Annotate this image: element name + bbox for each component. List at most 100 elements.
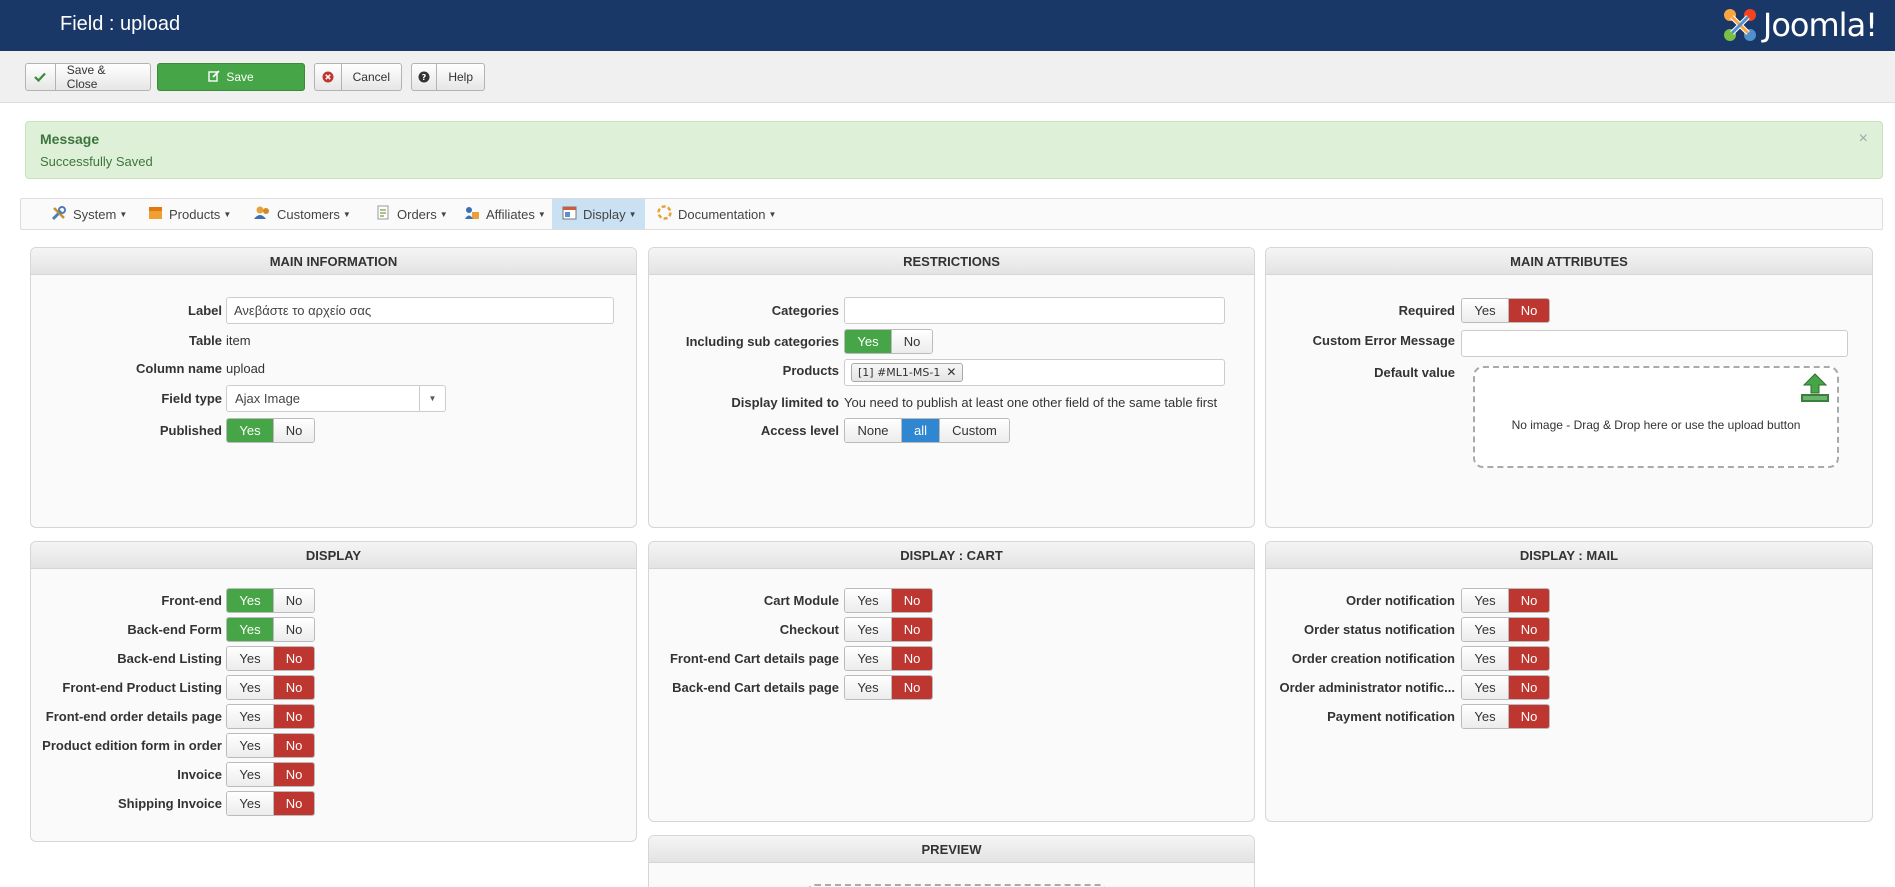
yes-option[interactable]: Yes [845,647,891,670]
yes-option[interactable]: Yes [1462,676,1508,699]
order-creation-notification-toggle[interactable]: Yes No [1461,646,1550,671]
yes-option[interactable]: Yes [1462,647,1508,670]
yes-option[interactable]: Yes [1462,589,1508,612]
product-tag[interactable]: [1] #ML1-MS-1 ✕ [851,363,964,382]
no-option[interactable]: No [1508,705,1549,728]
no-option[interactable]: No [1508,299,1549,322]
no-option[interactable]: No [273,763,314,786]
no-option[interactable]: No [891,618,932,641]
no-option[interactable]: No [273,734,314,757]
nav-label: System [73,206,117,222]
field-label: Order creation notification [1291,651,1455,666]
nav-item-documentation[interactable]: Documentation ▼ [647,199,784,229]
no-option[interactable]: No [891,676,932,699]
field-label: Access level [760,423,839,438]
yes-option[interactable]: Yes [845,330,891,353]
subcategories-toggle[interactable]: Yes No [844,329,933,354]
yes-option[interactable]: Yes [845,589,891,612]
label-input[interactable]: Ανεβάστε το αρχείο σας [226,297,614,324]
front-end-product-listing-toggle[interactable]: Yes No [226,675,315,700]
no-option[interactable]: No [1508,647,1549,670]
nav-item-customers[interactable]: Customers ▼ [244,199,359,229]
image-dropzone[interactable]: No image - Drag & Drop here or use the u… [1473,366,1839,468]
field-type-select[interactable]: Ajax Image ▼ [226,385,446,412]
upload-icon[interactable] [1799,372,1831,407]
categories-input[interactable] [844,297,1225,324]
order-administrator-notification-toggle[interactable]: Yes No [1461,675,1550,700]
nav-item-display[interactable]: Display ▼ [552,199,645,229]
back-end-cart-details-toggle[interactable]: Yes No [844,675,933,700]
no-option[interactable]: No [273,618,314,641]
check-icon [26,64,56,90]
save-close-button[interactable]: Save & Close [25,63,151,91]
display-limited-value: You need to publish at least one other f… [844,395,1218,410]
display-row-back-end-listing: Back-end Listing Yes No [31,646,636,672]
access-none-option[interactable]: None [845,419,901,442]
yes-option[interactable]: Yes [227,647,273,670]
back-end-listing-toggle[interactable]: Yes No [226,646,315,671]
order-status-notification-toggle[interactable]: Yes No [1461,617,1550,642]
no-option[interactable]: No [273,419,314,442]
access-all-option[interactable]: all [901,419,939,442]
help-button[interactable]: ? Help [411,63,485,91]
yes-option[interactable]: Yes [227,676,273,699]
product-edition-form-toggle[interactable]: Yes No [226,733,315,758]
dropzone-text: No image - Drag & Drop here or use the u… [1511,418,1801,432]
yes-option[interactable]: Yes [227,792,273,815]
no-option[interactable]: No [273,589,314,612]
display-row-invoice: Invoice Yes No [31,762,636,788]
nav-item-orders[interactable]: Orders ▼ [366,199,456,229]
nav-item-products[interactable]: Products ▼ [138,199,239,229]
save-button[interactable]: Save [157,63,305,91]
required-toggle[interactable]: Yes No [1461,298,1550,323]
remove-tag-icon[interactable]: ✕ [946,364,956,381]
no-option[interactable]: No [273,792,314,815]
close-icon[interactable]: × [1859,130,1868,148]
published-toggle[interactable]: Yes No [226,418,315,443]
custom-error-input[interactable] [1461,330,1848,357]
table-row: Table item [31,328,636,354]
yes-option[interactable]: Yes [845,618,891,641]
access-level-row: Access level None all Custom [649,418,1254,444]
no-option[interactable]: No [1508,676,1549,699]
cancel-button[interactable]: Cancel [314,63,402,91]
access-level-toggle[interactable]: None all Custom [844,418,1010,443]
no-option[interactable]: No [891,330,932,353]
front-end-cart-details-toggle[interactable]: Yes No [844,646,933,671]
yes-option[interactable]: Yes [845,676,891,699]
joomla-logo-icon [1723,9,1756,41]
no-option[interactable]: No [1508,589,1549,612]
yes-option[interactable]: Yes [1462,618,1508,641]
no-option[interactable]: No [273,676,314,699]
joomla-logo[interactable]: Joomla! [1721,4,1878,46]
yes-option[interactable]: Yes [227,419,273,442]
payment-notification-toggle[interactable]: Yes No [1461,704,1550,729]
yes-option[interactable]: Yes [227,763,273,786]
cart-module-toggle[interactable]: Yes No [844,588,933,613]
front-end-toggle[interactable]: Yes No [226,588,315,613]
tools-icon [51,205,67,224]
front-end-order-details-toggle[interactable]: Yes No [226,704,315,729]
yes-option[interactable]: Yes [1462,705,1508,728]
nav-item-affiliates[interactable]: Affiliates ▼ [454,199,554,229]
yes-option[interactable]: Yes [227,589,273,612]
shipping-invoice-toggle[interactable]: Yes No [226,791,315,816]
yes-option[interactable]: Yes [1462,299,1508,322]
svg-text:?: ? [422,73,427,82]
no-option[interactable]: No [273,647,314,670]
field-label: Display limited to [731,395,839,410]
order-notification-toggle[interactable]: Yes No [1461,588,1550,613]
yes-option[interactable]: Yes [227,618,273,641]
access-custom-option[interactable]: Custom [939,419,1009,442]
yes-option[interactable]: Yes [227,734,273,757]
products-input[interactable]: [1] #ML1-MS-1 ✕ [844,359,1225,386]
no-option[interactable]: No [891,647,932,670]
nav-item-system[interactable]: System ▼ [41,199,135,229]
no-option[interactable]: No [891,589,932,612]
yes-option[interactable]: Yes [227,705,273,728]
back-end-form-toggle[interactable]: Yes No [226,617,315,642]
no-option[interactable]: No [273,705,314,728]
invoice-toggle[interactable]: Yes No [226,762,315,787]
checkout-toggle[interactable]: Yes No [844,617,933,642]
no-option[interactable]: No [1508,618,1549,641]
